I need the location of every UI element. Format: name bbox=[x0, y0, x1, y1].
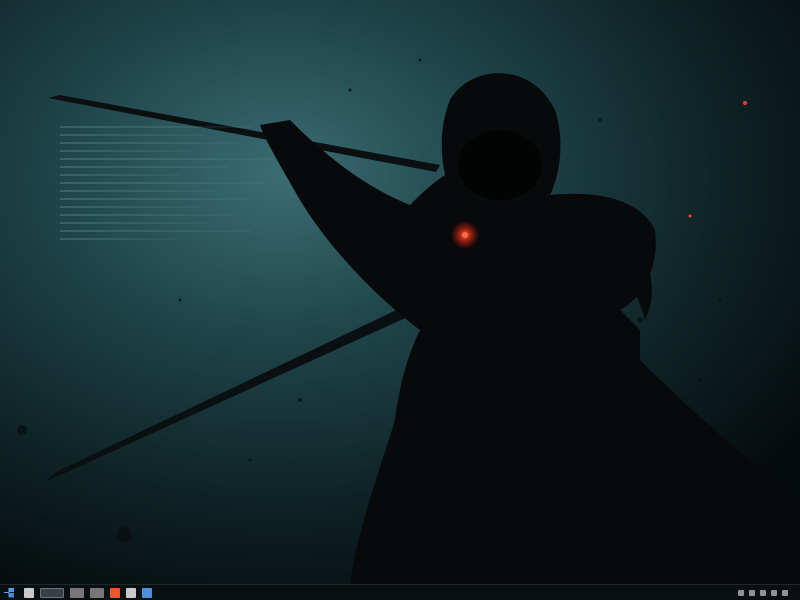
app-icon[interactable] bbox=[126, 587, 136, 598]
volume-icon[interactable] bbox=[782, 589, 788, 596]
system-tray bbox=[733, 585, 796, 600]
app-icon[interactable] bbox=[90, 587, 104, 598]
taskbar bbox=[0, 584, 800, 600]
file-explorer-icon[interactable] bbox=[24, 587, 34, 598]
window-preview-icon[interactable] bbox=[40, 587, 64, 598]
tray-icon[interactable] bbox=[760, 589, 766, 596]
start-icon[interactable] bbox=[4, 587, 14, 598]
browser-icon[interactable] bbox=[110, 587, 120, 598]
network-icon[interactable] bbox=[771, 589, 777, 596]
tray-icon[interactable] bbox=[738, 589, 744, 596]
app-icon[interactable] bbox=[70, 587, 84, 598]
desktop bbox=[0, 0, 800, 600]
faded-overlay-text bbox=[60, 120, 300, 340]
app-icon[interactable] bbox=[142, 587, 152, 598]
tray-icon[interactable] bbox=[749, 589, 755, 596]
